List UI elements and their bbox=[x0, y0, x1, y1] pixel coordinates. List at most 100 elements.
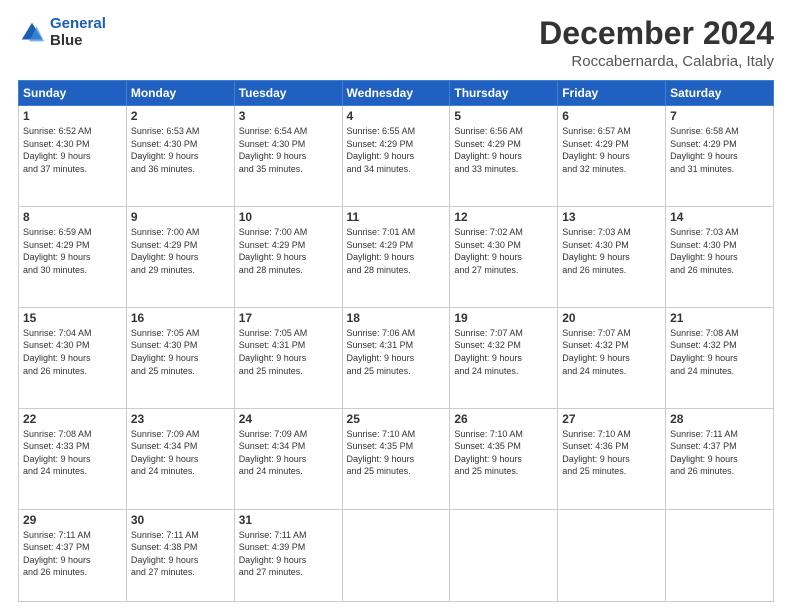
day-cell: 21 Sunrise: 7:08 AMSunset: 4:32 PMDayligh… bbox=[666, 307, 774, 408]
location-subtitle: Roccabernarda, Calabria, Italy bbox=[539, 53, 774, 70]
calendar-header-row: SundayMondayTuesdayWednesdayThursdayFrid… bbox=[19, 81, 774, 106]
day-info: Sunrise: 7:00 AMSunset: 4:29 PMDaylight:… bbox=[239, 226, 338, 276]
logo-text: General Blue bbox=[50, 16, 106, 49]
day-number: 16 bbox=[131, 311, 230, 325]
day-info: Sunrise: 6:52 AMSunset: 4:30 PMDaylight:… bbox=[23, 125, 122, 175]
day-info: Sunrise: 7:00 AMSunset: 4:29 PMDaylight:… bbox=[131, 226, 230, 276]
day-number: 15 bbox=[23, 311, 122, 325]
day-cell: 11 Sunrise: 7:01 AMSunset: 4:29 PMDayligh… bbox=[342, 207, 450, 308]
day-cell: 12Sunrise: 7:02 AMSunset: 4:30 PMDayligh… bbox=[450, 207, 558, 308]
day-info: Sunrise: 7:08 AMSunset: 4:33 PMDaylight:… bbox=[23, 428, 122, 478]
day-cell: 29 Sunrise: 7:11 AMSunset: 4:37 PMDayligh… bbox=[19, 509, 127, 602]
day-cell: 14 Sunrise: 7:03 AMSunset: 4:30 PMDayligh… bbox=[666, 207, 774, 308]
logo-line1: General bbox=[50, 15, 106, 32]
header: General Blue December 2024 Roccabernarda… bbox=[18, 16, 774, 70]
day-cell: 31 Sunrise: 7:11 AMSunset: 4:39 PMDayligh… bbox=[234, 509, 342, 602]
day-cell: 15 Sunrise: 7:04 AMSunset: 4:30 PMDayligh… bbox=[19, 307, 127, 408]
day-number: 14 bbox=[670, 210, 769, 224]
day-number: 24 bbox=[239, 412, 338, 426]
logo: General Blue bbox=[18, 16, 106, 49]
day-number: 3 bbox=[239, 109, 338, 123]
day-number: 11 bbox=[347, 210, 446, 224]
day-cell: 6Sunrise: 6:57 AMSunset: 4:29 PMDaylight… bbox=[558, 106, 666, 207]
day-info: Sunrise: 7:11 AMSunset: 4:38 PMDaylight:… bbox=[131, 529, 230, 579]
day-cell: 19Sunrise: 7:07 AMSunset: 4:32 PMDayligh… bbox=[450, 307, 558, 408]
day-info: Sunrise: 6:55 AMSunset: 4:29 PMDaylight:… bbox=[347, 125, 446, 175]
day-info: Sunrise: 7:08 AMSunset: 4:32 PMDaylight:… bbox=[670, 327, 769, 377]
day-number: 5 bbox=[454, 109, 553, 123]
col-header-friday: Friday bbox=[558, 81, 666, 106]
day-number: 10 bbox=[239, 210, 338, 224]
col-header-saturday: Saturday bbox=[666, 81, 774, 106]
day-info: Sunrise: 7:04 AMSunset: 4:30 PMDaylight:… bbox=[23, 327, 122, 377]
day-number: 17 bbox=[239, 311, 338, 325]
day-cell: 7Sunrise: 6:58 AMSunset: 4:29 PMDaylight… bbox=[666, 106, 774, 207]
day-info: Sunrise: 7:07 AMSunset: 4:32 PMDaylight:… bbox=[562, 327, 661, 377]
day-cell: 13Sunrise: 7:03 AMSunset: 4:30 PMDayligh… bbox=[558, 207, 666, 308]
day-cell: 24 Sunrise: 7:09 AMSunset: 4:34 PMDayligh… bbox=[234, 408, 342, 509]
day-info: Sunrise: 7:09 AMSunset: 4:34 PMDaylight:… bbox=[239, 428, 338, 478]
day-info: Sunrise: 7:10 AMSunset: 4:36 PMDaylight:… bbox=[562, 428, 661, 478]
day-cell: 5 Sunrise: 6:56 AMSunset: 4:29 PMDaylight… bbox=[450, 106, 558, 207]
day-number: 7 bbox=[670, 109, 769, 123]
week-row-5: 29 Sunrise: 7:11 AMSunset: 4:37 PMDayligh… bbox=[19, 509, 774, 602]
logo-icon bbox=[18, 19, 46, 47]
day-number: 9 bbox=[131, 210, 230, 224]
day-number: 31 bbox=[239, 513, 338, 527]
day-number: 29 bbox=[23, 513, 122, 527]
day-cell: 23Sunrise: 7:09 AMSunset: 4:34 PMDayligh… bbox=[126, 408, 234, 509]
day-cell: 30 Sunrise: 7:11 AMSunset: 4:38 PMDayligh… bbox=[126, 509, 234, 602]
day-number: 25 bbox=[347, 412, 446, 426]
day-number: 8 bbox=[23, 210, 122, 224]
week-row-3: 15 Sunrise: 7:04 AMSunset: 4:30 PMDayligh… bbox=[19, 307, 774, 408]
col-header-wednesday: Wednesday bbox=[342, 81, 450, 106]
day-info: Sunrise: 6:53 AMSunset: 4:30 PMDaylight:… bbox=[131, 125, 230, 175]
day-info: Sunrise: 7:05 AMSunset: 4:31 PMDaylight:… bbox=[239, 327, 338, 377]
day-number: 27 bbox=[562, 412, 661, 426]
day-cell: 8 Sunrise: 6:59 AMSunset: 4:29 PMDaylight… bbox=[19, 207, 127, 308]
day-info: Sunrise: 7:11 AMSunset: 4:39 PMDaylight:… bbox=[239, 529, 338, 579]
title-block: December 2024 Roccabernarda, Calabria, I… bbox=[539, 16, 774, 70]
day-info: Sunrise: 6:59 AMSunset: 4:29 PMDaylight:… bbox=[23, 226, 122, 276]
col-header-monday: Monday bbox=[126, 81, 234, 106]
day-number: 2 bbox=[131, 109, 230, 123]
day-cell bbox=[450, 509, 558, 602]
day-info: Sunrise: 7:10 AMSunset: 4:35 PMDaylight:… bbox=[454, 428, 553, 478]
day-cell: 22Sunrise: 7:08 AMSunset: 4:33 PMDayligh… bbox=[19, 408, 127, 509]
week-row-4: 22Sunrise: 7:08 AMSunset: 4:33 PMDayligh… bbox=[19, 408, 774, 509]
day-cell: 18Sunrise: 7:06 AMSunset: 4:31 PMDayligh… bbox=[342, 307, 450, 408]
day-cell: 16 Sunrise: 7:05 AMSunset: 4:30 PMDayligh… bbox=[126, 307, 234, 408]
day-number: 26 bbox=[454, 412, 553, 426]
day-cell bbox=[666, 509, 774, 602]
day-info: Sunrise: 6:56 AMSunset: 4:29 PMDaylight:… bbox=[454, 125, 553, 175]
day-info: Sunrise: 6:54 AMSunset: 4:30 PMDaylight:… bbox=[239, 125, 338, 175]
day-info: Sunrise: 7:11 AMSunset: 4:37 PMDaylight:… bbox=[23, 529, 122, 579]
day-info: Sunrise: 6:57 AMSunset: 4:29 PMDaylight:… bbox=[562, 125, 661, 175]
col-header-tuesday: Tuesday bbox=[234, 81, 342, 106]
day-info: Sunrise: 7:05 AMSunset: 4:30 PMDaylight:… bbox=[131, 327, 230, 377]
col-header-thursday: Thursday bbox=[450, 81, 558, 106]
day-cell: 25Sunrise: 7:10 AMSunset: 4:35 PMDayligh… bbox=[342, 408, 450, 509]
col-header-sunday: Sunday bbox=[19, 81, 127, 106]
day-cell bbox=[558, 509, 666, 602]
day-cell: 3 Sunrise: 6:54 AMSunset: 4:30 PMDaylight… bbox=[234, 106, 342, 207]
day-number: 30 bbox=[131, 513, 230, 527]
day-cell: 9 Sunrise: 7:00 AMSunset: 4:29 PMDaylight… bbox=[126, 207, 234, 308]
day-info: Sunrise: 7:06 AMSunset: 4:31 PMDaylight:… bbox=[347, 327, 446, 377]
day-cell: 2 Sunrise: 6:53 AMSunset: 4:30 PMDaylight… bbox=[126, 106, 234, 207]
month-title: December 2024 bbox=[539, 16, 774, 51]
day-cell: 1Sunrise: 6:52 AMSunset: 4:30 PMDaylight… bbox=[19, 106, 127, 207]
page: General Blue December 2024 Roccabernarda… bbox=[0, 0, 792, 612]
day-cell: 17 Sunrise: 7:05 AMSunset: 4:31 PMDayligh… bbox=[234, 307, 342, 408]
day-number: 4 bbox=[347, 109, 446, 123]
day-cell: 28Sunrise: 7:11 AMSunset: 4:37 PMDayligh… bbox=[666, 408, 774, 509]
day-number: 21 bbox=[670, 311, 769, 325]
day-number: 28 bbox=[670, 412, 769, 426]
day-number: 20 bbox=[562, 311, 661, 325]
day-info: Sunrise: 7:03 AMSunset: 4:30 PMDaylight:… bbox=[670, 226, 769, 276]
logo-line2: Blue bbox=[50, 33, 106, 50]
day-info: Sunrise: 7:01 AMSunset: 4:29 PMDaylight:… bbox=[347, 226, 446, 276]
day-info: Sunrise: 7:07 AMSunset: 4:32 PMDaylight:… bbox=[454, 327, 553, 377]
day-cell bbox=[342, 509, 450, 602]
day-cell: 20 Sunrise: 7:07 AMSunset: 4:32 PMDayligh… bbox=[558, 307, 666, 408]
